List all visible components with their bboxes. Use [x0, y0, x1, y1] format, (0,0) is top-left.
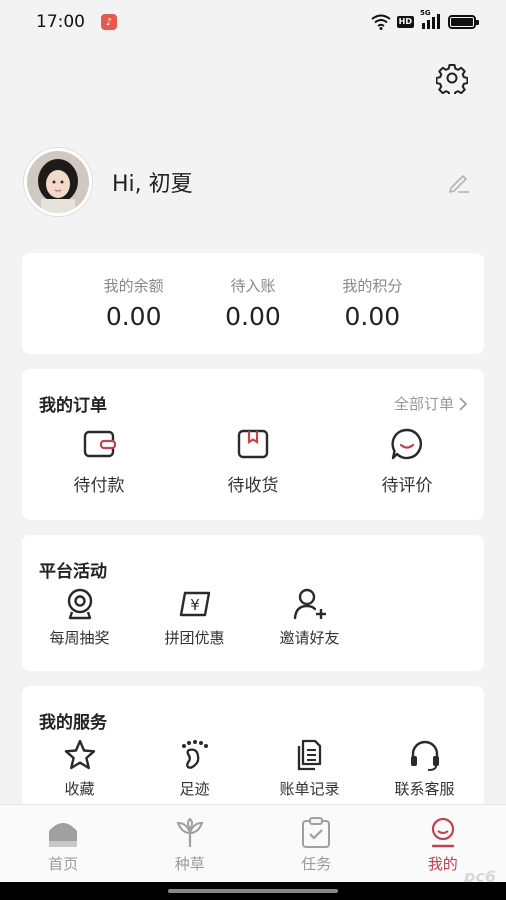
profile-icon — [431, 817, 454, 848]
all-orders-link[interactable]: 全部订单 — [394, 393, 468, 414]
pending-review-button[interactable]: 待评价 — [330, 427, 484, 496]
tile-label: 联系客服 — [394, 780, 455, 798]
invite-friends-button[interactable]: 邀请好友 — [252, 587, 367, 648]
edit-profile-button[interactable] — [444, 167, 474, 197]
tile-label: 拼团优惠 — [164, 629, 225, 647]
comment-icon — [391, 428, 422, 460]
nav-label: 种草 — [174, 855, 205, 873]
task-icon — [302, 817, 331, 848]
tile-label: 收藏 — [64, 780, 95, 798]
balance-card: 我的余额 0.00 待入账 0.00 我的积分 0.00 — [22, 253, 484, 354]
package-icon — [237, 429, 269, 459]
headset-icon — [410, 740, 439, 771]
footprint-icon — [181, 740, 208, 769]
nav-label: 我的 — [427, 855, 458, 873]
activities-title: 平台活动 — [39, 562, 107, 582]
network-label: 5G — [420, 9, 431, 17]
services-card: 我的服务 收藏 足迹 账单记录 联系客服 — [22, 686, 484, 816]
customer-service-button[interactable]: 联系客服 — [367, 738, 482, 799]
stat-value: 0.00 — [225, 302, 281, 331]
activities-card: 平台活动 每周抽奖 ¥ 拼团优惠 邀请好友 — [22, 535, 484, 671]
points-stat[interactable]: 我的积分 0.00 — [313, 253, 484, 354]
tile-label: 每周抽奖 — [49, 629, 110, 647]
status-bar: 17:00 ♪ HD 5G — [0, 0, 506, 44]
system-nav-bar — [0, 882, 506, 900]
hd-badge: HD — [396, 16, 414, 28]
wifi-icon — [371, 14, 391, 30]
nav-label: 首页 — [48, 855, 79, 873]
home-indicator[interactable] — [168, 889, 338, 893]
tile-label: 账单记录 — [279, 780, 340, 798]
nav-label: 任务 — [301, 855, 332, 873]
stat-value: 0.00 — [105, 302, 162, 331]
signal-icon: 5G — [420, 9, 442, 30]
nav-sprout[interactable]: 种草 — [127, 805, 254, 882]
nav-tasks[interactable]: 任务 — [253, 805, 380, 882]
svg-text:¥: ¥ — [190, 596, 200, 614]
pending-income-stat[interactable]: 待入账 0.00 — [193, 253, 312, 354]
add-user-icon — [293, 588, 326, 620]
pending-payment-button[interactable]: 待付款 — [22, 427, 176, 496]
weekly-lottery-button[interactable]: 每周抽奖 — [22, 587, 137, 648]
pencil-icon — [449, 175, 469, 193]
stat-label: 我的余额 — [103, 277, 164, 295]
balance-stat[interactable]: 我的余额 0.00 — [22, 253, 193, 354]
home-icon — [49, 823, 78, 847]
status-icons: HD 5G — [371, 9, 479, 30]
user-greeting: Hi, 初夏 — [112, 172, 193, 197]
services-title: 我的服务 — [39, 713, 107, 733]
bill-icon — [297, 739, 321, 771]
pending-receipt-button[interactable]: 待收货 — [176, 427, 330, 496]
sprout-icon — [176, 817, 204, 847]
bottom-nav: 首页 种草 任务 我的 — [0, 804, 506, 882]
all-orders-label: 全部订单 — [393, 395, 454, 413]
music-app-icon: ♪ — [101, 14, 117, 30]
battery-icon — [448, 15, 479, 29]
bill-records-button[interactable]: 账单记录 — [252, 738, 367, 799]
orders-row: 待付款 待收货 待评价 — [22, 427, 484, 496]
tile-label: 待评价 — [381, 476, 433, 496]
nav-home[interactable]: 首页 — [0, 805, 127, 882]
stat-value: 0.00 — [344, 302, 401, 331]
yuan-ticket-icon: ¥ — [179, 591, 210, 617]
wallet-icon — [83, 430, 116, 458]
stat-label: 我的积分 — [342, 277, 403, 295]
avatar[interactable] — [24, 148, 92, 216]
stat-label: 待入账 — [230, 277, 276, 295]
settings-button[interactable] — [434, 60, 470, 96]
tile-label: 足迹 — [179, 780, 210, 798]
orders-card: 我的订单 全部订单 待付款 待收货 待评价 — [22, 369, 484, 520]
status-time: 17:00 — [36, 12, 85, 32]
services-row: 收藏 足迹 账单记录 联系客服 — [22, 738, 484, 799]
tile-label: 邀请好友 — [279, 629, 340, 647]
chevron-right-icon — [459, 396, 468, 411]
tile-label: 待付款 — [73, 476, 125, 496]
star-icon — [64, 739, 95, 770]
footprints-button[interactable]: 足迹 — [137, 738, 252, 799]
group-buy-button[interactable]: ¥ 拼团优惠 — [137, 587, 252, 648]
camera-icon — [67, 588, 92, 620]
tile-label: 待收货 — [227, 476, 279, 496]
gear-icon — [436, 64, 468, 94]
orders-title: 我的订单 — [39, 396, 107, 416]
profile-header: Hi, 初夏 — [24, 147, 482, 217]
activities-row: 每周抽奖 ¥ 拼团优惠 邀请好友 — [22, 587, 484, 648]
favorites-button[interactable]: 收藏 — [22, 738, 137, 799]
